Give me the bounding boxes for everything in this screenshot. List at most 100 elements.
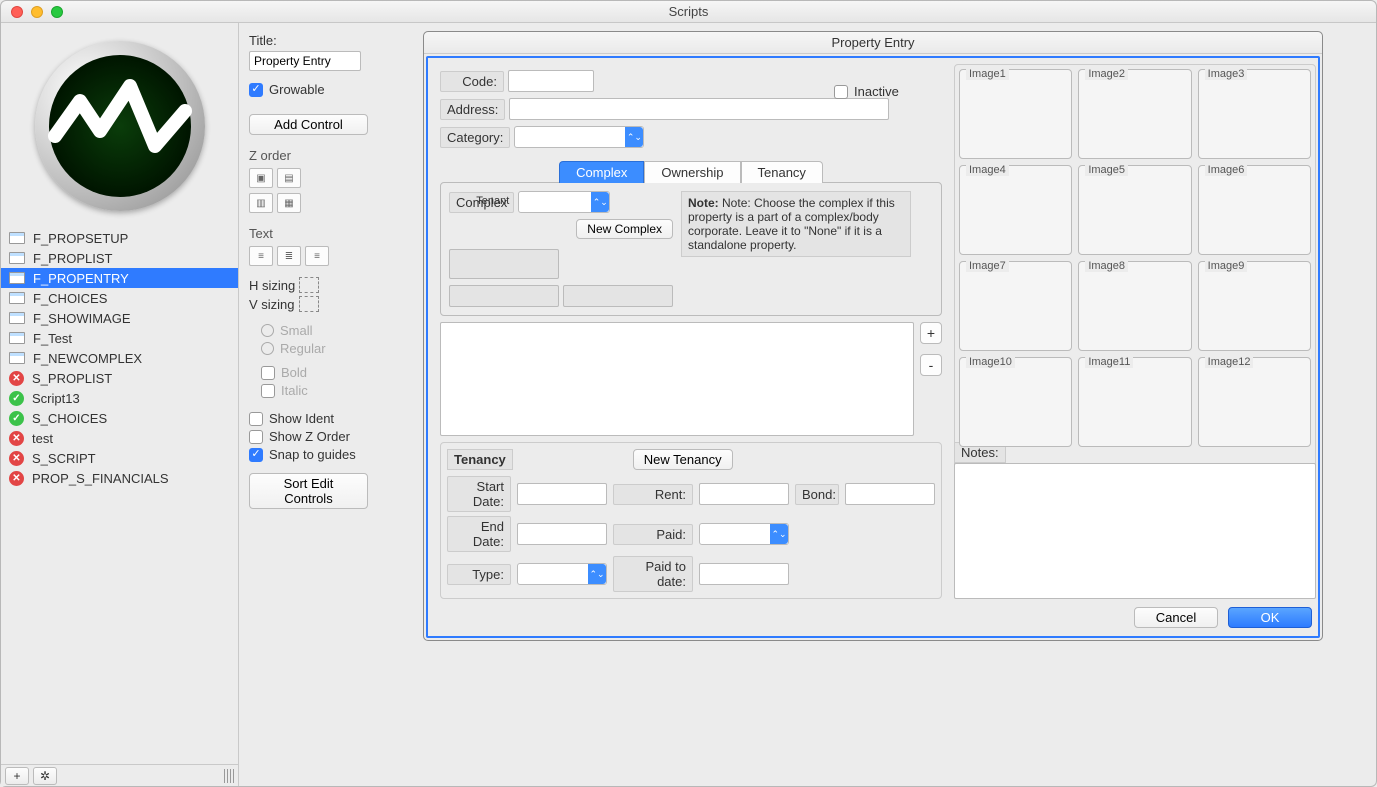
- sidebar-item[interactable]: ✓Script13: [1, 388, 238, 408]
- image-slot[interactable]: Image8: [1078, 261, 1191, 351]
- add-item-button[interactable]: +: [920, 322, 942, 344]
- checkbox-icon: [249, 412, 263, 426]
- sidebar-item[interactable]: F_NEWCOMPLEX: [1, 348, 238, 368]
- tab-bar: Complex Ownership Tenancy: [440, 161, 942, 183]
- complex-select[interactable]: ⌃⌄: [518, 191, 610, 213]
- image-slot-label: Image12: [1205, 356, 1254, 368]
- sidebar-item-label: S_PROPLIST: [32, 371, 112, 386]
- image-slot[interactable]: Image3: [1198, 69, 1311, 159]
- image-slot[interactable]: Image5: [1078, 165, 1191, 255]
- overlay-label: Tenant: [476, 195, 509, 207]
- tab-complex[interactable]: Complex: [559, 161, 644, 183]
- sidebar-item[interactable]: ✕S_PROPLIST: [1, 368, 238, 388]
- title-label: Title:: [249, 33, 368, 48]
- sidebar-item[interactable]: ✕test: [1, 428, 238, 448]
- image-slot-label: Image10: [966, 356, 1015, 368]
- hsizing-icon[interactable]: [299, 277, 319, 293]
- show-zorder-checkbox[interactable]: Show Z Order: [249, 429, 368, 444]
- image-slot[interactable]: Image10: [959, 357, 1072, 447]
- check-icon: ✓: [9, 411, 24, 426]
- zorder-front-button[interactable]: ▣: [249, 168, 273, 188]
- sidebar-item[interactable]: ✕PROP_S_FINANCIALS: [1, 468, 238, 488]
- align-center-button[interactable]: ≣: [277, 246, 301, 266]
- category-select[interactable]: ⌃⌄: [514, 126, 644, 148]
- cancel-button[interactable]: Cancel: [1134, 607, 1218, 628]
- inactive-checkbox[interactable]: Inactive: [834, 84, 899, 99]
- sidebar-toolbar: + ✲: [1, 764, 238, 786]
- align-right-button[interactable]: ≡: [305, 246, 329, 266]
- end-date-label: End Date:: [447, 516, 511, 552]
- growable-checkbox[interactable]: Growable: [249, 82, 368, 97]
- sidebar-item[interactable]: F_SHOWIMAGE: [1, 308, 238, 328]
- sidebar-item[interactable]: F_PROPENTRY: [1, 268, 238, 288]
- paid-to-date-input[interactable]: [699, 563, 789, 585]
- add-script-button[interactable]: +: [5, 767, 29, 785]
- image-slot[interactable]: Image2: [1078, 69, 1191, 159]
- checkbox-icon: [249, 430, 263, 444]
- align-left-button[interactable]: ≡: [249, 246, 273, 266]
- add-control-button[interactable]: Add Control: [249, 114, 368, 135]
- code-input[interactable]: [508, 70, 594, 92]
- zorder-back-button[interactable]: ▦: [277, 193, 301, 213]
- scripts-window: Scripts F_PROPSETUP F_PROPLISTF_PROPENTRY…: [0, 0, 1377, 787]
- image-slot[interactable]: Image4: [959, 165, 1072, 255]
- sidebar-item[interactable]: F_CHOICES: [1, 288, 238, 308]
- tab-ownership[interactable]: Ownership: [644, 161, 740, 183]
- ok-button[interactable]: OK: [1228, 607, 1312, 628]
- complex-label: Complex Tenant: [449, 192, 514, 213]
- type-select[interactable]: ⌃⌄: [517, 563, 607, 585]
- chevron-updown-icon: ⌃⌄: [625, 127, 643, 147]
- zorder-backward-button[interactable]: ▥: [249, 193, 273, 213]
- zorder-forward-button[interactable]: ▤: [277, 168, 301, 188]
- paid-select[interactable]: ⌃⌄: [699, 523, 789, 545]
- code-label: Code:: [440, 71, 504, 92]
- new-complex-button[interactable]: New Complex: [576, 219, 673, 239]
- sidebar-item[interactable]: F_Test: [1, 328, 238, 348]
- start-date-label: Start Date:: [447, 476, 511, 512]
- sidebar-item[interactable]: ✓S_CHOICES: [1, 408, 238, 428]
- notes-textarea[interactable]: [954, 463, 1316, 599]
- image-slot[interactable]: Image11: [1078, 357, 1191, 447]
- show-ident-checkbox[interactable]: Show Ident: [249, 411, 368, 426]
- start-date-input[interactable]: [517, 483, 607, 505]
- placeholder-box: [449, 285, 559, 307]
- script-list[interactable]: F_PROPSETUP F_PROPLISTF_PROPENTRYF_CHOICE…: [1, 228, 238, 764]
- image-slot[interactable]: Image6: [1198, 165, 1311, 255]
- category-label: Category:: [440, 127, 510, 148]
- vsizing-icon[interactable]: [299, 296, 319, 312]
- title-input[interactable]: [249, 51, 361, 71]
- tenancy-heading: Tenancy: [447, 449, 513, 470]
- tenancy-group: Tenancy New Tenancy Start Date: Rent: Bo…: [440, 442, 942, 599]
- image-slot-label: Image5: [1085, 164, 1128, 176]
- titlebar[interactable]: Scripts: [1, 1, 1376, 23]
- tab-tenancy[interactable]: Tenancy: [741, 161, 823, 183]
- sidebar-item[interactable]: F_PROPLIST: [1, 248, 238, 268]
- chevron-updown-icon: ⌃⌄: [770, 524, 788, 544]
- image-slot-label: Image6: [1205, 164, 1248, 176]
- sidebar-item[interactable]: F_PROPSETUP: [1, 228, 238, 248]
- sidebar-item[interactable]: ✕S_SCRIPT: [1, 448, 238, 468]
- image-slot[interactable]: Image7: [959, 261, 1072, 351]
- image-slot[interactable]: Image9: [1198, 261, 1311, 351]
- image-slot[interactable]: Image1: [959, 69, 1072, 159]
- image-slot[interactable]: Image12: [1198, 357, 1311, 447]
- form-icon: [9, 352, 25, 364]
- list-area[interactable]: [440, 322, 914, 436]
- remove-item-button[interactable]: -: [920, 354, 942, 376]
- end-date-input[interactable]: [517, 523, 607, 545]
- resize-grip-icon[interactable]: [224, 769, 234, 783]
- address-input[interactable]: [509, 98, 889, 120]
- form-icon: [9, 292, 25, 304]
- sidebar-item-label: S_SCRIPT: [32, 451, 96, 466]
- complex-note: Note: Note: Choose the complex if this p…: [681, 191, 911, 257]
- sort-controls-button[interactable]: Sort Edit Controls: [249, 473, 368, 509]
- sidebar-item-label: F_PROPSETUP: [33, 231, 128, 246]
- new-tenancy-button[interactable]: New Tenancy: [633, 449, 733, 470]
- rent-input[interactable]: [699, 483, 789, 505]
- script-settings-button[interactable]: ✲: [33, 767, 57, 785]
- bond-input[interactable]: [845, 483, 935, 505]
- placeholder-box: [449, 249, 559, 279]
- property-entry-form[interactable]: Property Entry Inactive Code: Ad: [423, 31, 1323, 641]
- snap-checkbox[interactable]: Snap to guides: [249, 447, 368, 462]
- form-icon: [9, 252, 25, 264]
